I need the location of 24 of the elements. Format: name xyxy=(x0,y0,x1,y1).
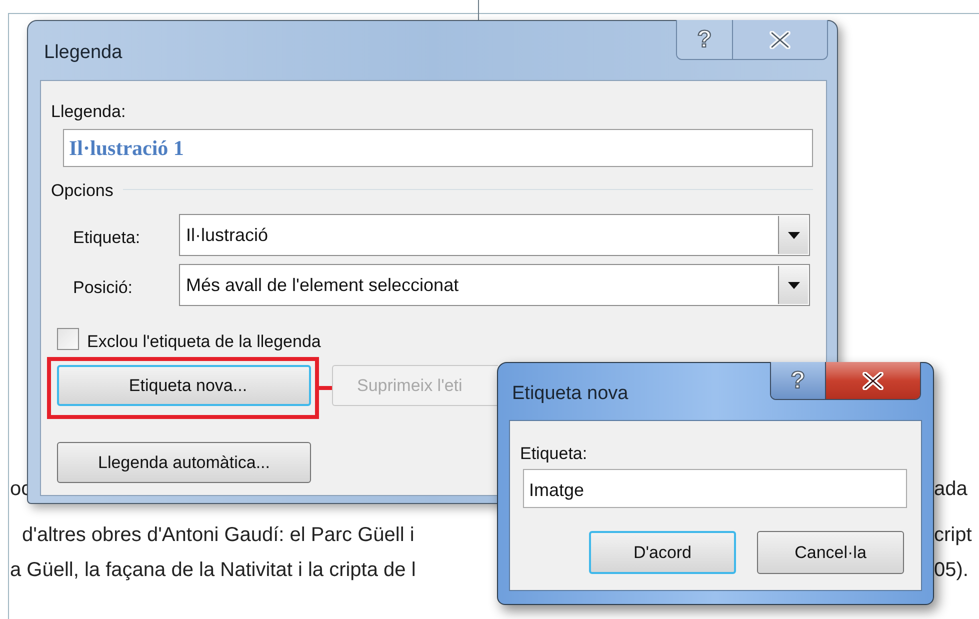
button[interactable]: Cancel·la xyxy=(757,531,904,574)
label-field[interactable]: Imatge xyxy=(523,469,907,508)
dropdown[interactable]: Més avall de l'element seleccionat xyxy=(179,264,810,306)
document-text: a Güell, la façana de la Nativitat i la cripta de l xyxy=(10,558,416,583)
field-label: Etiqueta: xyxy=(73,227,140,249)
document-text: ada xyxy=(934,477,968,502)
close-icon xyxy=(769,30,791,48)
close-icon xyxy=(862,372,884,390)
document-text: cript xyxy=(934,523,972,548)
document-text: 05). xyxy=(934,558,968,583)
document-text: d'altres obres d'Antoni Gaudí: el Parc Güell i xyxy=(22,523,414,548)
dropdown[interactable]: Il·lustració xyxy=(179,214,810,256)
field-label: Posició: xyxy=(73,277,133,299)
field-label: Etiqueta: xyxy=(520,443,588,465)
button[interactable]: Llegenda automàtica... xyxy=(57,442,311,483)
field-label: Llegenda: xyxy=(51,101,126,123)
close-button[interactable] xyxy=(826,362,920,399)
caption-field[interactable]: Il·lustració 1 xyxy=(63,129,813,167)
checkbox-label: Exclou l'etiqueta de la llegenda xyxy=(87,331,321,353)
window-title: Etiqueta nova xyxy=(512,382,628,406)
window-title: Llegenda xyxy=(44,41,122,65)
button[interactable]: Etiqueta nova... xyxy=(57,365,311,406)
checkbox[interactable] xyxy=(57,328,79,350)
button[interactable]: D'acord xyxy=(589,531,736,574)
